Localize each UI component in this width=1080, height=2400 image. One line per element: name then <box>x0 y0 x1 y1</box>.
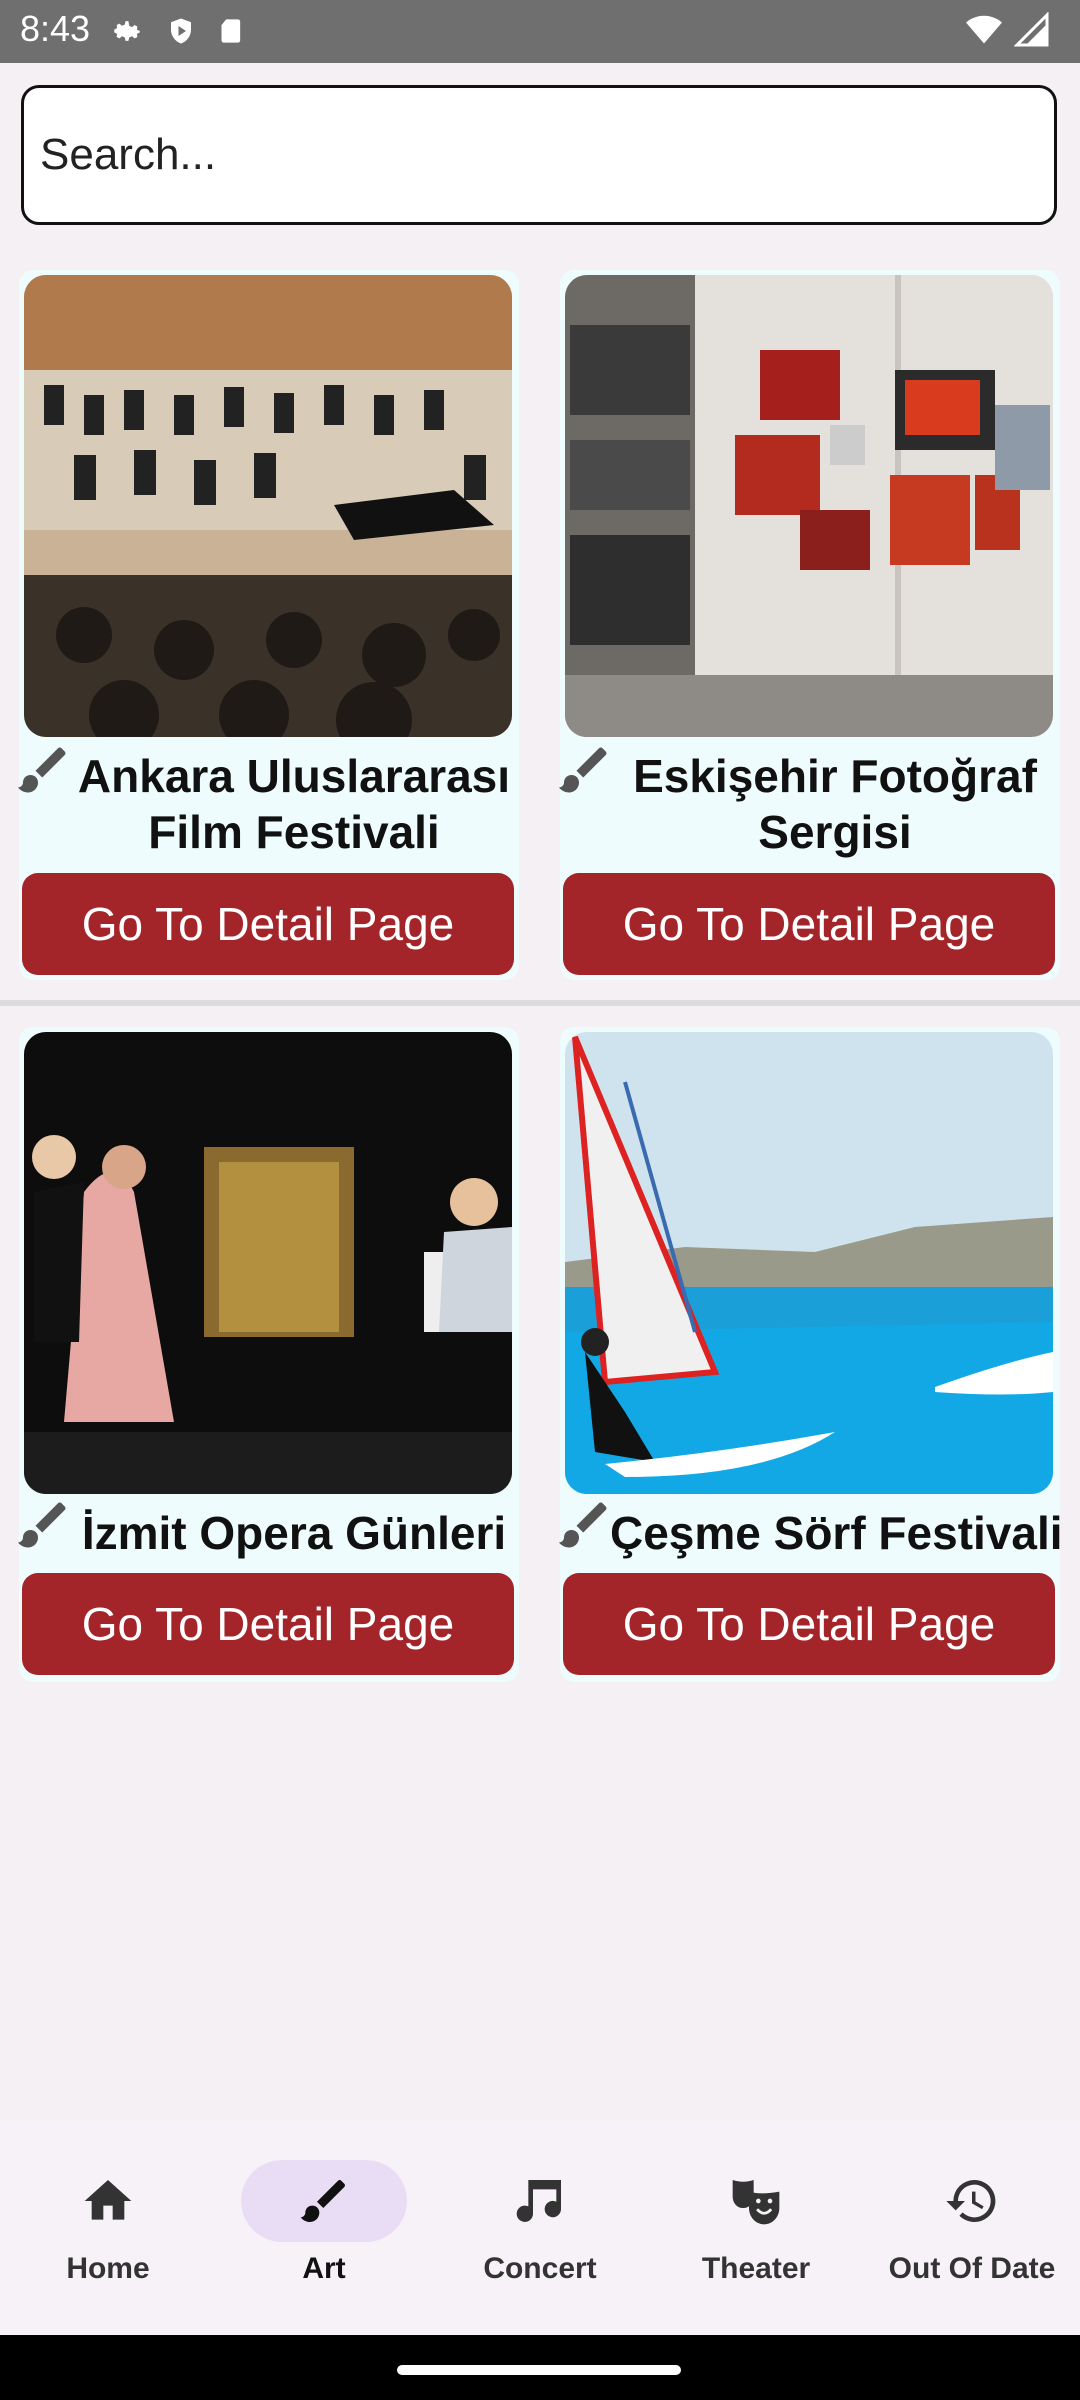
go-to-detail-button[interactable]: Go To Detail Page <box>22 1573 514 1675</box>
system-navigation-bar <box>0 2335 1080 2400</box>
status-bar: 8:43 <box>0 0 1080 63</box>
event-card: Çeşme Sörf Festivali Go To Detail Page <box>559 1027 1063 1682</box>
event-image-windsurf <box>565 1032 1053 1494</box>
event-image-exhibition <box>565 275 1053 737</box>
go-to-detail-button[interactable]: Go To Detail Page <box>563 1573 1055 1675</box>
go-to-detail-button[interactable]: Go To Detail Page <box>563 873 1055 975</box>
event-title: Eskişehir Fotoğraf Sergisi <box>633 750 1037 858</box>
event-image-orchestra <box>24 275 512 737</box>
go-to-detail-button[interactable]: Go To Detail Page <box>22 873 514 975</box>
music-note-icon <box>516 2180 561 2222</box>
event-card: Ankara Uluslararası Film Festivali Go To… <box>18 270 519 980</box>
event-card: Eskişehir Fotoğraf Sergisi Go To Detail … <box>559 270 1060 980</box>
brush-icon <box>559 1502 607 1548</box>
bottom-navigation: Home Art Concert Theater Out Of Date <box>0 2120 1080 2335</box>
nav-label: Art <box>302 2252 346 2285</box>
brush-icon <box>300 2180 345 2222</box>
nav-label: Concert <box>483 2252 597 2285</box>
search-box[interactable] <box>21 85 1057 225</box>
wifi-icon <box>966 15 1002 44</box>
brush-icon <box>18 747 66 793</box>
event-title: İzmit Opera Günleri <box>81 1507 507 1559</box>
search-input[interactable] <box>24 88 1054 222</box>
nav-item-out-of-date[interactable]: Out Of Date <box>864 2120 1080 2335</box>
brush-icon <box>18 1502 66 1548</box>
nav-item-art[interactable]: Art <box>216 2120 432 2335</box>
theater-masks-icon <box>732 2180 780 2225</box>
history-icon <box>946 2180 996 2222</box>
row-divider <box>0 1000 1080 1006</box>
nav-item-concert[interactable]: Concert <box>432 2120 648 2335</box>
event-title: Ankara Uluslararası Film Festivali <box>77 750 511 858</box>
nav-label: Theater <box>701 2252 811 2285</box>
brush-icon <box>559 747 607 793</box>
event-image-opera <box>24 1032 512 1494</box>
event-card: İzmit Opera Günleri Go To Detail Page <box>18 1027 519 1682</box>
event-title: Çeşme Sörf Festivali <box>610 1507 1063 1559</box>
status-time: 8:43 <box>20 8 91 49</box>
nav-label: Home <box>66 2252 150 2285</box>
signal-icon <box>1014 12 1049 47</box>
nav-item-home[interactable]: Home <box>0 2120 216 2335</box>
home-icon <box>84 2180 132 2220</box>
sd-card-icon <box>221 19 241 43</box>
settings-icon <box>114 21 140 41</box>
home-gesture-handle[interactable] <box>397 2365 681 2375</box>
nav-label: Out Of Date <box>888 2252 1056 2285</box>
nav-item-theater[interactable]: Theater <box>648 2120 864 2335</box>
shield-icon <box>171 18 191 44</box>
